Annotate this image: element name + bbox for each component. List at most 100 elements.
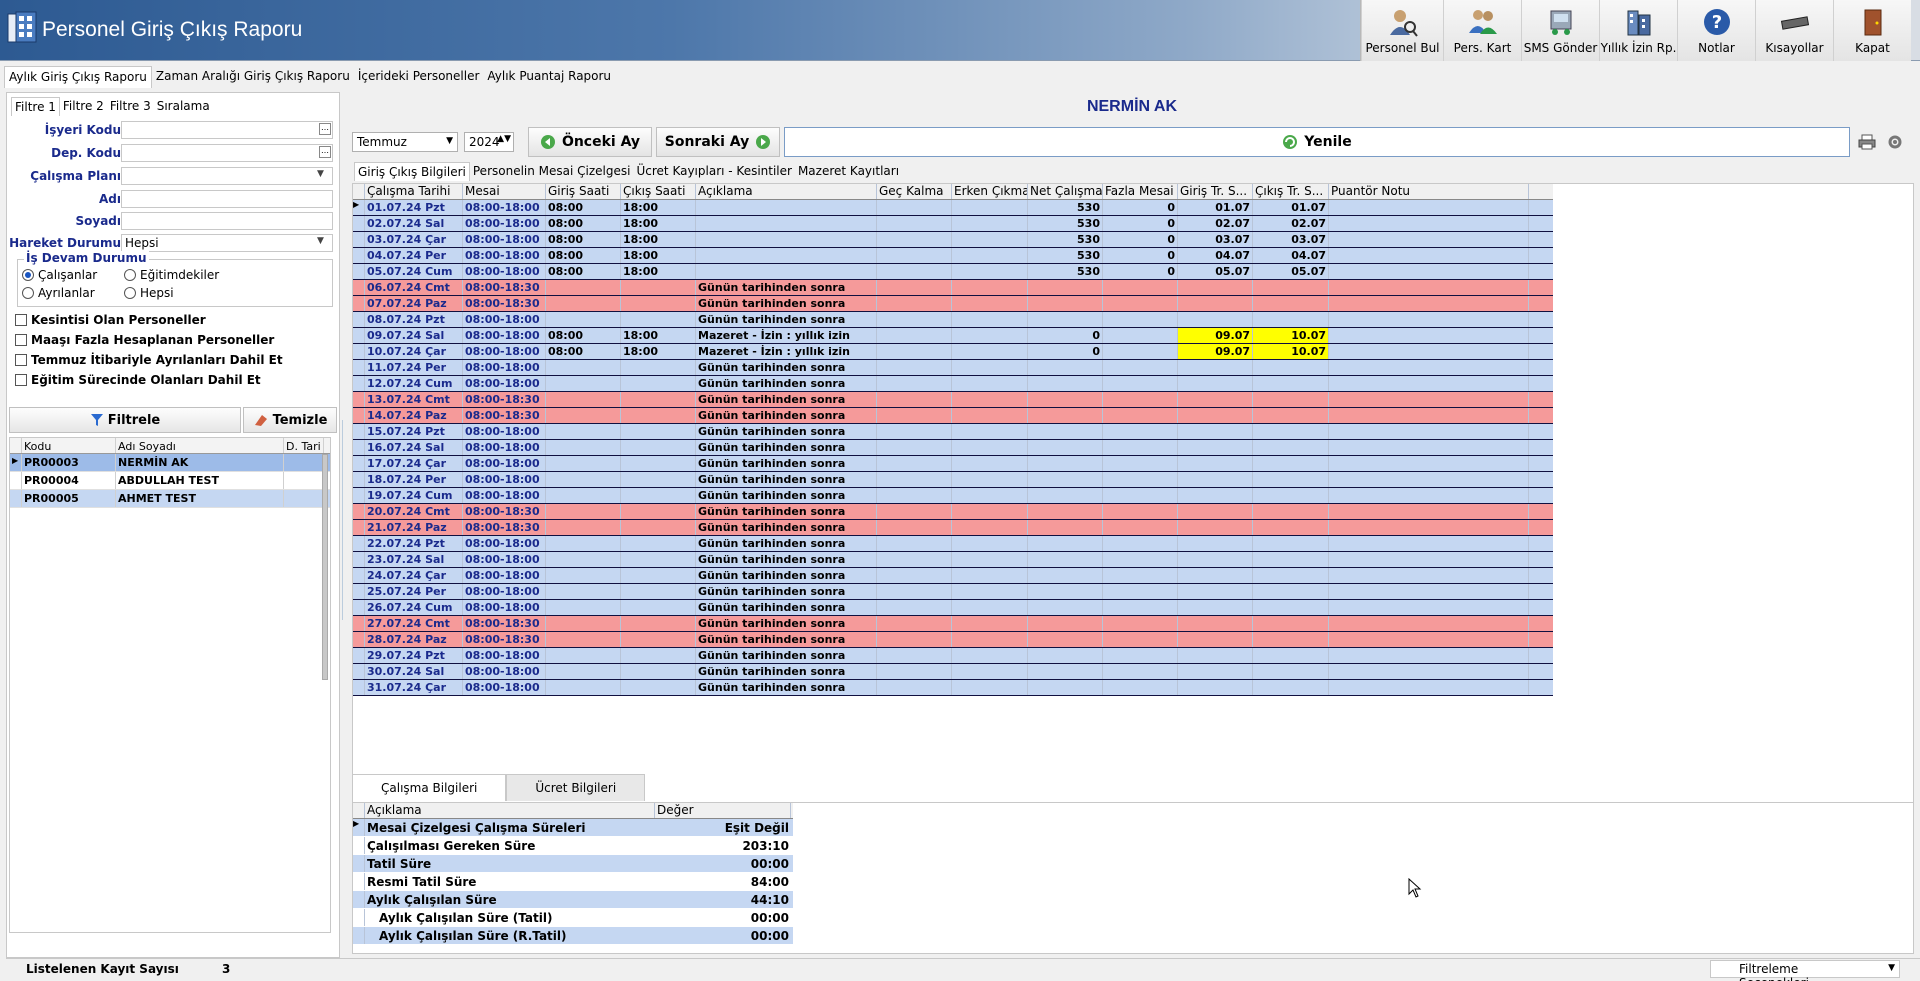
table-row[interactable]: 23.07.24 Sal 08:00-18:00 Günün tarihinden …: [353, 552, 1553, 568]
chevron-down-icon[interactable]: ▼: [317, 236, 324, 246]
table-row[interactable]: 17.07.24 Çar 08:00-18:00 Günün tarihinden …: [353, 456, 1553, 472]
col-calisma-tarihi[interactable]: Çalışma Tarihi: [365, 184, 463, 199]
table-row[interactable]: 02.07.24 Sal 08:00-18:00 08:00 18:00 530 0 02.…: [353, 216, 1553, 232]
col-fazla-mesai[interactable]: Fazla Mesai: [1103, 184, 1178, 199]
tab-ucret-bilgileri[interactable]: Ücret Bilgileri: [506, 774, 646, 801]
year-stepper[interactable]: 2024 ▲▼: [464, 132, 514, 152]
table-row[interactable]: ▶ 01.07.24 Pzt 08:00-18:00 08:00 18:00 530 0 01…: [353, 200, 1553, 216]
col-giris-tr[interactable]: Giriş Tr. S...: [1178, 184, 1253, 199]
table-row[interactable]: 09.07.24 Sal 08:00-18:00 08:00 18:00 Mazeret…: [353, 328, 1553, 344]
isyeri-kodu-lookup-button[interactable]: …: [319, 123, 331, 135]
table-row[interactable]: 26.07.24 Cum 08:00-18:00 Günün tarihinden …: [353, 600, 1553, 616]
spin-icon[interactable]: ▲▼: [497, 134, 511, 144]
kapat-button[interactable]: Kapat: [1833, 0, 1911, 61]
col-giris-saati[interactable]: Giriş Saati: [546, 184, 621, 199]
tab-mesai-cizelgesi[interactable]: Personelin Mesai Çizelgesi: [470, 162, 634, 181]
notlar-button[interactable]: ? Notlar: [1677, 0, 1755, 61]
col-mesai[interactable]: Mesai: [463, 184, 546, 199]
list-item[interactable]: ▶ Mesai Çizelgesi Çalışma Süreleri Eşit De…: [353, 819, 793, 837]
list-item[interactable]: Tatil Süre 00:00: [353, 855, 793, 873]
filtrele-button[interactable]: Filtrele: [9, 407, 241, 433]
col-net-calisma[interactable]: Net Çalışma: [1028, 184, 1103, 199]
col-kodu[interactable]: Kodu: [22, 438, 116, 453]
table-row[interactable]: 07.07.24 Paz 08:00-18:30 Günün tarihinden …: [353, 296, 1553, 312]
table-row[interactable]: 13.07.24 Cmt 08:00-18:30 Günün tarihinden …: [353, 392, 1553, 408]
tab-zaman-araligi[interactable]: Zaman Aralığı Giriş Çıkış Raporu: [152, 66, 354, 88]
list-item[interactable]: Aylık Çalışılan Süre (Tatil) 00:00: [353, 909, 793, 927]
kisayollar-button[interactable]: Kısayollar: [1755, 0, 1833, 61]
table-row[interactable]: 29.07.24 Pzt 08:00-18:00 Günün tarihinden …: [353, 648, 1553, 664]
chk-maasi-fazla[interactable]: Maaşı Fazla Hesaplanan Personeller: [15, 333, 274, 347]
table-row[interactable]: 16.07.24 Sal 08:00-18:00 Günün tarihinden …: [353, 440, 1553, 456]
pers-kart-button[interactable]: Pers. Kart: [1443, 0, 1521, 61]
radio-hepsi[interactable]: Hepsi: [124, 286, 174, 300]
month-select[interactable]: Temmuz ▼: [352, 132, 458, 152]
col-cikis-tr[interactable]: Çıkış Tr. S...: [1253, 184, 1329, 199]
print-icon[interactable]: [1858, 134, 1876, 150]
table-row[interactable]: 31.07.24 Çar 08:00-18:00 Günün tarihinden …: [353, 680, 1553, 696]
table-row[interactable]: 08.07.24 Pzt 08:00-18:00 Günün tarihinden …: [353, 312, 1553, 328]
table-row[interactable]: 18.07.24 Per 08:00-18:00 Günün tarihinden …: [353, 472, 1553, 488]
table-row[interactable]: PR00005 AHMET TEST: [10, 490, 330, 508]
tab-mazeret-kayitlari[interactable]: Mazeret Kayıtları: [795, 162, 902, 181]
table-row[interactable]: 19.07.24 Cum 08:00-18:00 Günün tarihinden …: [353, 488, 1553, 504]
dep-kodu-lookup-button[interactable]: …: [319, 146, 331, 158]
col-adi-soyadi[interactable]: Adı Soyadı: [116, 438, 284, 453]
dep-kodu-input[interactable]: [121, 144, 333, 162]
adi-input[interactable]: [121, 190, 333, 208]
table-row[interactable]: 21.07.24 Paz 08:00-18:30 Günün tarihinden …: [353, 520, 1553, 536]
table-row[interactable]: 10.07.24 Çar 08:00-18:00 08:00 18:00 Mazeret…: [353, 344, 1553, 360]
hareket-durumu-select[interactable]: Hepsi: [121, 234, 333, 252]
sms-gonder-button[interactable]: SMS Gönder: [1521, 0, 1599, 61]
isyeri-kodu-input[interactable]: [121, 121, 333, 139]
tab-aylik-puantaj[interactable]: Aylık Puantaj Raporu: [483, 66, 615, 88]
tab-filtre-1[interactable]: Filtre 1: [11, 97, 60, 116]
tab-siralama[interactable]: Sıralama: [154, 97, 213, 116]
col-gec-kalma[interactable]: Geç Kalma: [877, 184, 952, 199]
table-row[interactable]: 11.07.24 Per 08:00-18:00 Günün tarihinden …: [353, 360, 1553, 376]
yillik-izin-button[interactable]: Yıllık İzin Rp.: [1599, 0, 1677, 61]
tab-ucret-kayiplari[interactable]: Ücret Kayıpları - Kesintiler: [633, 162, 794, 181]
table-row[interactable]: 22.07.24 Pzt 08:00-18:00 Günün tarihinden …: [353, 536, 1553, 552]
personnel-scrollbar[interactable]: [322, 454, 328, 680]
table-row[interactable]: 15.07.24 Pzt 08:00-18:00 Günün tarihinden …: [353, 424, 1553, 440]
chk-egitim-sureci[interactable]: Eğitim Sürecinde Olanları Dahil Et: [15, 373, 261, 387]
table-row[interactable]: 06.07.24 Cmt 08:00-18:30 Günün tarihinden …: [353, 280, 1553, 296]
tab-filtre-2[interactable]: Filtre 2: [60, 97, 107, 116]
table-row[interactable]: 27.07.24 Cmt 08:00-18:30 Günün tarihinden …: [353, 616, 1553, 632]
table-row[interactable]: 25.07.24 Per 08:00-18:00 Günün tarihinden …: [353, 584, 1553, 600]
tab-calisma-bilgileri[interactable]: Çalışma Bilgileri: [352, 774, 507, 801]
col-d-tari[interactable]: D. Tari: [284, 438, 324, 453]
settings-icon[interactable]: [1886, 134, 1904, 150]
panel-splitter[interactable]: [342, 420, 348, 620]
tab-aylik-giris-cikis[interactable]: Aylık Giriş Çıkış Raporu: [4, 66, 152, 88]
table-row[interactable]: 04.07.24 Per 08:00-18:00 08:00 18:00 530 0 04.…: [353, 248, 1553, 264]
soyadi-input[interactable]: [121, 212, 333, 230]
calisma-plani-select[interactable]: [121, 167, 333, 185]
table-row[interactable]: 14.07.24 Paz 08:00-18:30 Günün tarihinden …: [353, 408, 1553, 424]
chk-kesintisi-olan[interactable]: Kesintisi Olan Personeller: [15, 313, 206, 327]
chevron-down-icon[interactable]: ▼: [317, 169, 324, 179]
col-aciklama[interactable]: Açıklama: [365, 803, 655, 818]
tab-giris-cikis-bilgileri[interactable]: Giriş Çıkış Bilgileri: [354, 162, 470, 181]
table-row[interactable]: ▶ PR00003 NERMİN AK: [10, 454, 330, 472]
table-row[interactable]: 28.07.24 Paz 08:00-18:30 Günün tarihinden …: [353, 632, 1553, 648]
filter-options-select[interactable]: Filtreleme Seçenekleri ▼: [1710, 960, 1900, 981]
table-row[interactable]: 05.07.24 Cum 08:00-18:00 08:00 18:00 530 0 05.…: [353, 264, 1553, 280]
col-cikis-saati[interactable]: Çıkış Saati: [621, 184, 696, 199]
tab-icerideki-personeller[interactable]: İçerideki Personeller: [354, 66, 484, 88]
temizle-button[interactable]: Temizle: [243, 407, 337, 433]
table-row[interactable]: 30.07.24 Sal 08:00-18:00 Günün tarihinden …: [353, 664, 1553, 680]
col-aciklama[interactable]: Açıklama: [696, 184, 877, 199]
sonraki-ay-button[interactable]: Sonraki Ay: [656, 127, 780, 157]
tab-filtre-3[interactable]: Filtre 3: [107, 97, 154, 116]
chk-ayrilanlari-dahil[interactable]: Temmuz İtibariyle Ayrılanları Dahil Et: [15, 353, 283, 367]
radio-calisanlar[interactable]: Çalışanlar: [22, 268, 97, 282]
col-erken-cikma[interactable]: Erken Çıkma: [952, 184, 1028, 199]
yenile-button[interactable]: Yenile: [784, 127, 1850, 157]
radio-ayrilanlar[interactable]: Ayrılanlar: [22, 286, 95, 300]
col-deger[interactable]: Değer: [655, 803, 791, 818]
table-row[interactable]: 20.07.24 Cmt 08:00-18:30 Günün tarihinden …: [353, 504, 1553, 520]
list-item[interactable]: Aylık Çalışılan Süre (R.Tatil) 00:00: [353, 927, 793, 945]
table-row[interactable]: 03.07.24 Çar 08:00-18:00 08:00 18:00 530 0 03.…: [353, 232, 1553, 248]
